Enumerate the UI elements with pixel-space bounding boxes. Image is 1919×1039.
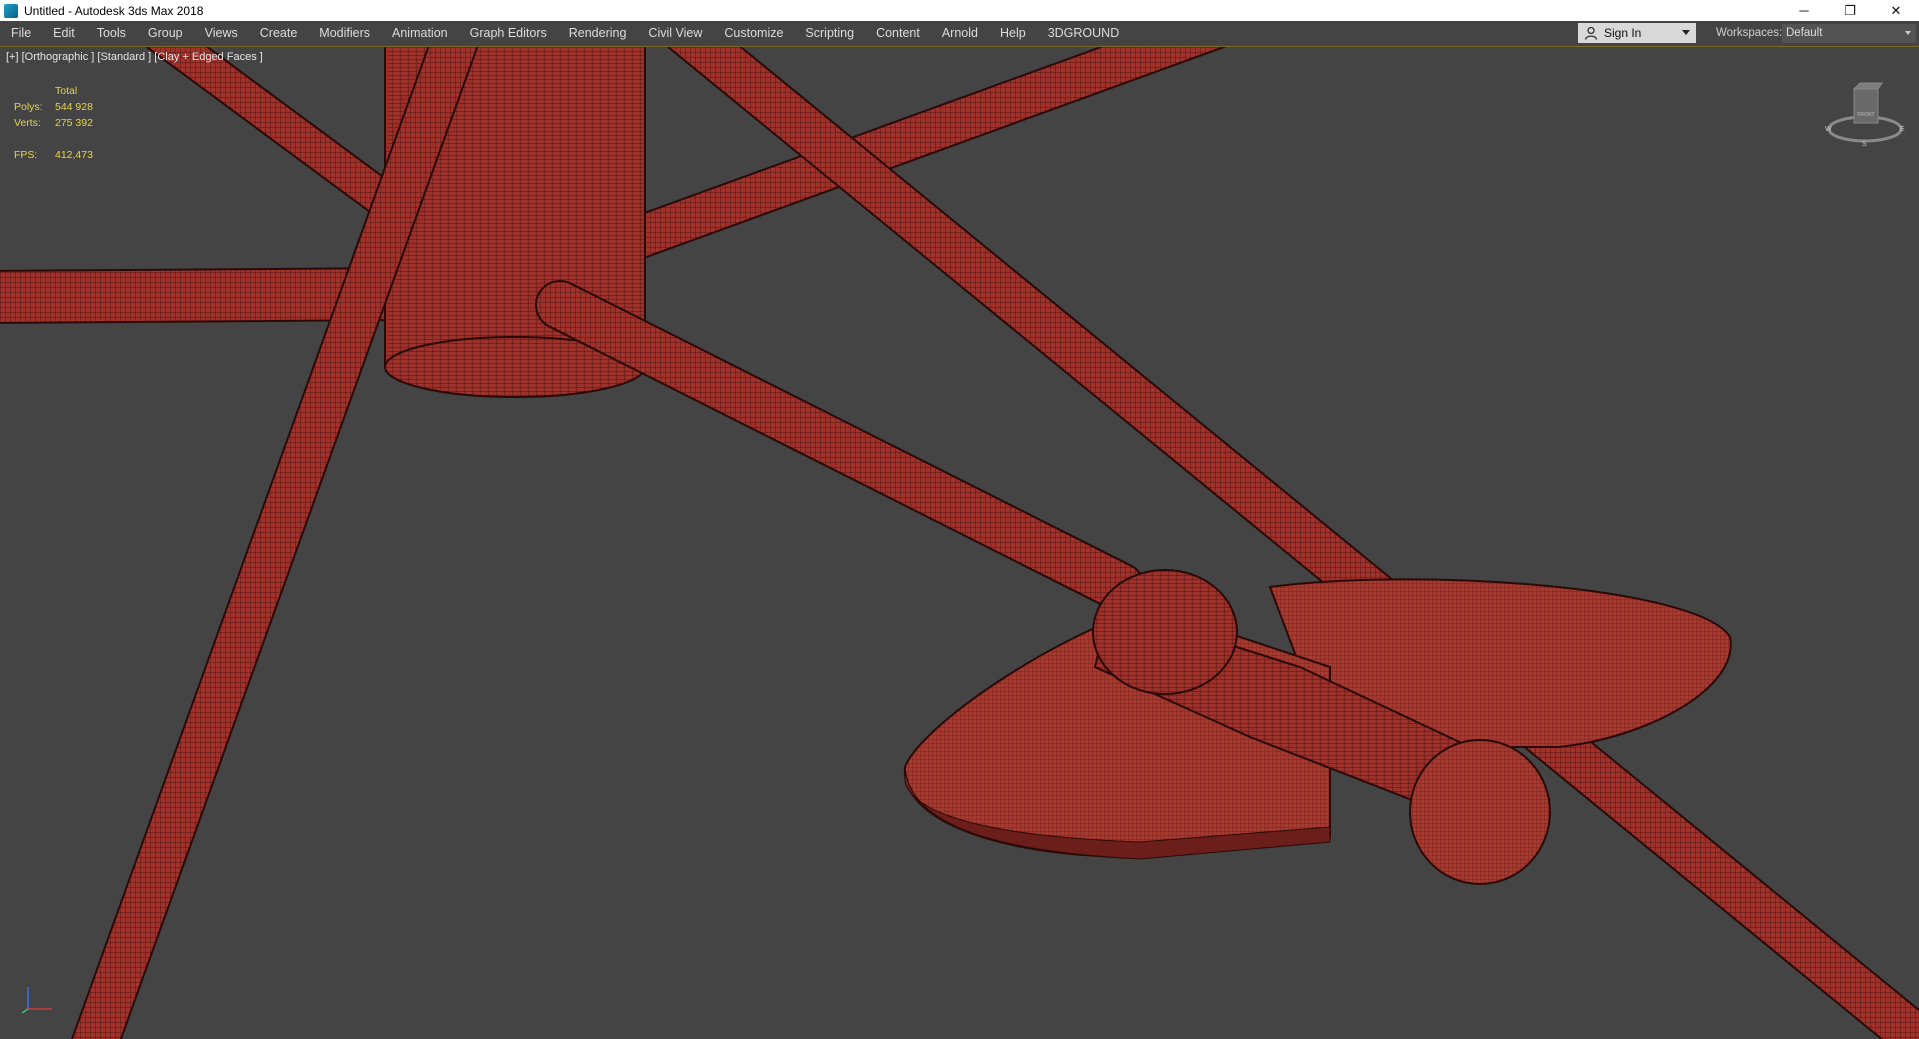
window-title: Untitled - Autodesk 3ds Max 2018 xyxy=(24,3,204,18)
menu-graph-editors[interactable]: Graph Editors xyxy=(459,21,558,46)
restore-button[interactable]: ❐ xyxy=(1827,0,1873,21)
rod-diagonal-left xyxy=(70,47,479,1039)
rod-top-left xyxy=(145,47,399,216)
minimize-button[interactable]: ─ xyxy=(1781,0,1827,21)
verts-label: Verts: xyxy=(14,117,41,129)
stats-header: Total xyxy=(55,85,78,97)
hammer-head xyxy=(903,569,1732,885)
compass-east-label: E xyxy=(1900,126,1905,133)
scene-canvas[interactable] xyxy=(0,47,1919,1039)
window-controls: ─ ❐ ✕ xyxy=(1781,0,1919,21)
viewport-orthographic[interactable]: [+] [Orthographic ] [Standard ] [Clay + … xyxy=(0,47,1919,1039)
menu-tools[interactable]: Tools xyxy=(86,21,137,46)
user-icon xyxy=(1584,26,1598,40)
workspace-select[interactable]: Default xyxy=(1782,24,1916,43)
viewcube-front-label: FRONT xyxy=(1857,112,1874,118)
compass-west-label: W xyxy=(1825,126,1832,133)
fps-value: 412,473 xyxy=(55,149,93,161)
workspaces-label: Workspaces: xyxy=(1716,27,1783,39)
menu-content[interactable]: Content xyxy=(865,21,931,46)
verts-value: 275 392 xyxy=(55,117,93,129)
menu-arnold[interactable]: Arnold xyxy=(931,21,989,46)
menu-modifiers[interactable]: Modifiers xyxy=(308,21,381,46)
viewport-label[interactable]: [+] [Orthographic ] [Standard ] [Clay + … xyxy=(6,51,263,63)
menu-customize[interactable]: Customize xyxy=(713,21,794,46)
axis-tripod-icon xyxy=(21,987,52,1014)
polys-value: 544 928 xyxy=(55,101,93,113)
menu-civil-view[interactable]: Civil View xyxy=(637,21,713,46)
rod-diagonal-long xyxy=(666,47,1919,1039)
sign-in-button[interactable]: Sign In xyxy=(1578,23,1696,43)
menu-rendering[interactable]: Rendering xyxy=(558,21,638,46)
menu-views[interactable]: Views xyxy=(194,21,249,46)
viewcube[interactable]: FRONT W E S xyxy=(1820,77,1910,147)
menu-3dground[interactable]: 3DGROUND xyxy=(1037,21,1131,46)
workspace-value: Default xyxy=(1786,27,1823,39)
menu-edit[interactable]: Edit xyxy=(42,21,86,46)
compass-south-label: S xyxy=(1862,141,1867,147)
sign-in-label: Sign In xyxy=(1604,26,1642,40)
menu-group[interactable]: Group xyxy=(137,21,194,46)
menu-animation[interactable]: Animation xyxy=(381,21,459,46)
menu-scripting[interactable]: Scripting xyxy=(794,21,865,46)
fps-label: FPS: xyxy=(14,149,38,161)
app-icon xyxy=(4,3,18,18)
menu-create[interactable]: Create xyxy=(249,21,309,46)
chevron-down-icon xyxy=(1905,31,1911,35)
menu-bar: File Edit Tools Group Views Create Modif… xyxy=(0,21,1919,47)
menu-help[interactable]: Help xyxy=(989,21,1037,46)
chevron-down-icon[interactable] xyxy=(1682,30,1690,35)
title-bar: Untitled - Autodesk 3ds Max 2018 ─ ❐ ✕ xyxy=(0,0,1919,21)
close-button[interactable]: ✕ xyxy=(1873,0,1919,21)
polys-label: Polys: xyxy=(14,101,43,113)
menu-file[interactable]: File xyxy=(0,21,42,46)
